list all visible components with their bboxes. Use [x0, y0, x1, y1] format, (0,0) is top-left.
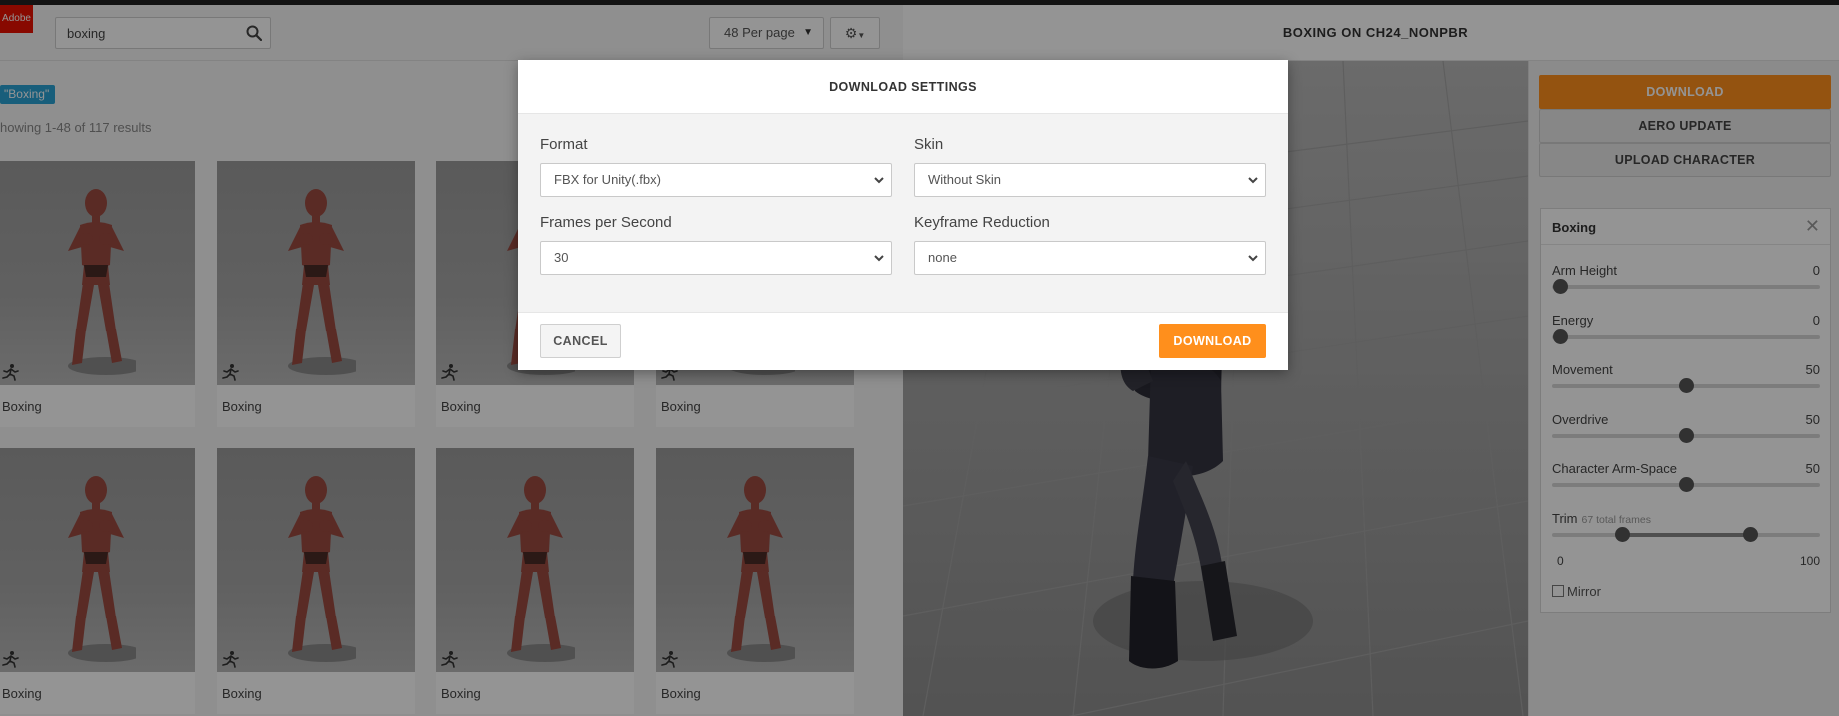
chevron-down-icon	[874, 177, 884, 184]
skin-label: Skin	[914, 136, 944, 153]
keyframe-reduction-label: Keyframe Reduction	[914, 214, 1050, 231]
format-select[interactable]: FBX for Unity(.fbx)	[540, 163, 892, 197]
format-label: Format	[540, 136, 588, 153]
chevron-down-icon	[1248, 177, 1258, 184]
skin-select[interactable]: Without Skin	[914, 163, 1266, 197]
dialog-body: Format FBX for Unity(.fbx) Skin Without …	[518, 113, 1288, 313]
fps-label: Frames per Second	[540, 214, 672, 231]
cancel-button[interactable]: CANCEL	[540, 324, 621, 358]
download-settings-dialog: DOWNLOAD SETTINGS Format FBX for Unity(.…	[518, 60, 1288, 370]
skin-value: Without Skin	[928, 172, 1001, 187]
chevron-down-icon	[874, 255, 884, 262]
fps-select[interactable]: 30	[540, 241, 892, 275]
chevron-down-icon	[1248, 255, 1258, 262]
fps-value: 30	[554, 250, 569, 265]
format-value: FBX for Unity(.fbx)	[554, 172, 661, 187]
keyframe-reduction-value: none	[928, 250, 957, 265]
dialog-title: DOWNLOAD SETTINGS	[829, 80, 977, 94]
confirm-download-button[interactable]: DOWNLOAD	[1159, 324, 1266, 358]
keyframe-reduction-select[interactable]: none	[914, 241, 1266, 275]
